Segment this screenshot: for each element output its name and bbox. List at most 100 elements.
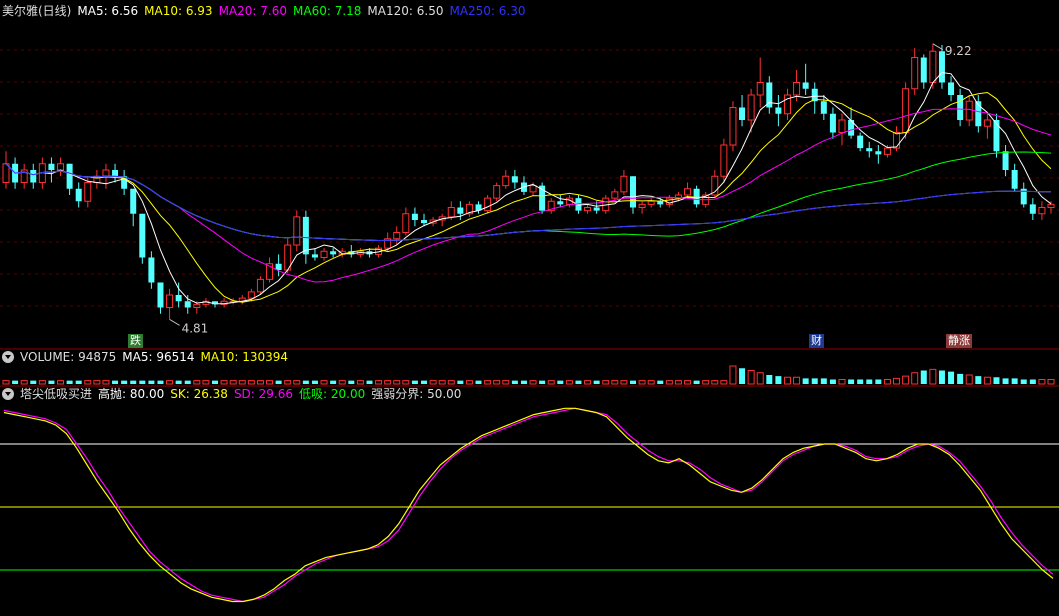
candle-body (1002, 151, 1009, 170)
volume-bar (266, 380, 274, 385)
volume-bar (593, 380, 600, 384)
ma5-label: MA5: 6.56 (77, 4, 139, 18)
indicator-sd-label: SD: 29.66 (233, 387, 294, 401)
volume-bar (838, 379, 846, 385)
candle-body (57, 163, 65, 171)
indicator-low-label: 低吸: 20.00 (299, 387, 366, 401)
volume-bar (684, 380, 692, 385)
ma250-line (5, 163, 1052, 242)
candle-body (948, 82, 955, 95)
tag-fall[interactable]: 跌 (128, 334, 143, 348)
candle-body (747, 94, 755, 121)
candle-body (957, 95, 964, 120)
candle-body (793, 82, 801, 96)
ma10-line (5, 91, 1052, 303)
candle-body (920, 57, 927, 83)
candle-body (557, 201, 564, 205)
volume-bar (584, 380, 592, 385)
candle-body (293, 216, 301, 246)
volume-bar (747, 370, 755, 385)
volume-bar (883, 379, 891, 385)
volume-bar (948, 371, 955, 384)
volume-bar (112, 380, 119, 384)
volume-bar (911, 372, 919, 385)
volume-bar (238, 380, 246, 385)
volume-bar (411, 380, 418, 384)
volume-bar (356, 380, 364, 385)
main-legend: 美尔雅(日线) MA5: 6.56 MA10: 6.93 MA20: 7.60 … (0, 2, 532, 20)
tag-rise[interactable]: 静涨 (946, 334, 972, 348)
candle-body (638, 203, 646, 208)
candle-body (875, 151, 882, 155)
volume-bar (665, 380, 673, 385)
volume-bar (311, 380, 318, 384)
candle-body (902, 88, 910, 133)
volume-bar (920, 370, 927, 384)
volume-bar (520, 380, 527, 384)
volume-bar (893, 377, 901, 385)
volume-bar (557, 380, 564, 384)
candle-body (75, 188, 82, 202)
volume-bar (729, 365, 737, 385)
candle-body (193, 303, 201, 308)
high-price-label: 9.22 (945, 44, 972, 58)
volume-bar (820, 378, 827, 384)
volume-bar (384, 380, 392, 385)
indicator-mid-label: 强弱分界: 50.00 (371, 387, 462, 401)
low-price-label: 4.81 (182, 321, 209, 335)
candle-body (502, 175, 510, 187)
candle-body (402, 213, 410, 233)
candle-body (320, 250, 328, 258)
candle-body (866, 148, 873, 152)
indicator-collapse-icon[interactable] (2, 388, 14, 400)
volume-bar (402, 380, 410, 385)
candle-body (421, 220, 427, 224)
candle-body (130, 188, 137, 214)
candle-body (1011, 170, 1018, 189)
volume-bar (1029, 379, 1036, 384)
volume-bar (75, 380, 82, 384)
volume-bar (711, 380, 719, 385)
candle-body (84, 182, 92, 202)
ma60-label: MA60: 7.18 (293, 4, 362, 18)
volume-bar (12, 380, 19, 384)
volume-bar (1002, 378, 1009, 384)
volume-ma10-label: MA10: 130394 (200, 350, 289, 364)
volume-bar (938, 370, 945, 384)
tag-finance[interactable]: 财 (809, 334, 824, 348)
volume-bar (783, 376, 791, 385)
volume-bar (630, 380, 636, 384)
volume-bar (529, 380, 537, 385)
volume-bar (84, 380, 92, 385)
volume-bar (575, 380, 582, 384)
candle-body (829, 113, 836, 133)
volume-bar (275, 380, 282, 384)
volume-bar (330, 380, 337, 384)
volume-bar (720, 380, 728, 385)
stock-title: 美尔雅(日线) (2, 4, 72, 18)
volume-bar (375, 380, 383, 385)
volume-collapse-icon[interactable] (2, 351, 14, 363)
candle-body (620, 175, 628, 193)
volume-bar (957, 373, 964, 384)
candle-body (484, 197, 492, 212)
candle-body (175, 295, 182, 302)
volume-bar (484, 380, 492, 385)
stock-chart-canvas[interactable]: 9.22 4.81 (0, 0, 1059, 616)
candle-body (756, 82, 764, 96)
candle-body (529, 185, 537, 193)
candle-body (802, 82, 809, 89)
candle-body (739, 107, 746, 120)
volume-bar (447, 380, 455, 385)
volume-bar (421, 380, 427, 384)
candle-body (157, 282, 164, 308)
candle-body (66, 163, 73, 189)
candle-body (393, 232, 401, 240)
volume-bar (393, 380, 401, 385)
candle-body (684, 188, 692, 196)
volume-bar (965, 374, 973, 385)
volume-bar (611, 380, 619, 385)
volume-bar (793, 376, 801, 385)
candle-body (166, 294, 174, 308)
candle-body (184, 301, 191, 308)
